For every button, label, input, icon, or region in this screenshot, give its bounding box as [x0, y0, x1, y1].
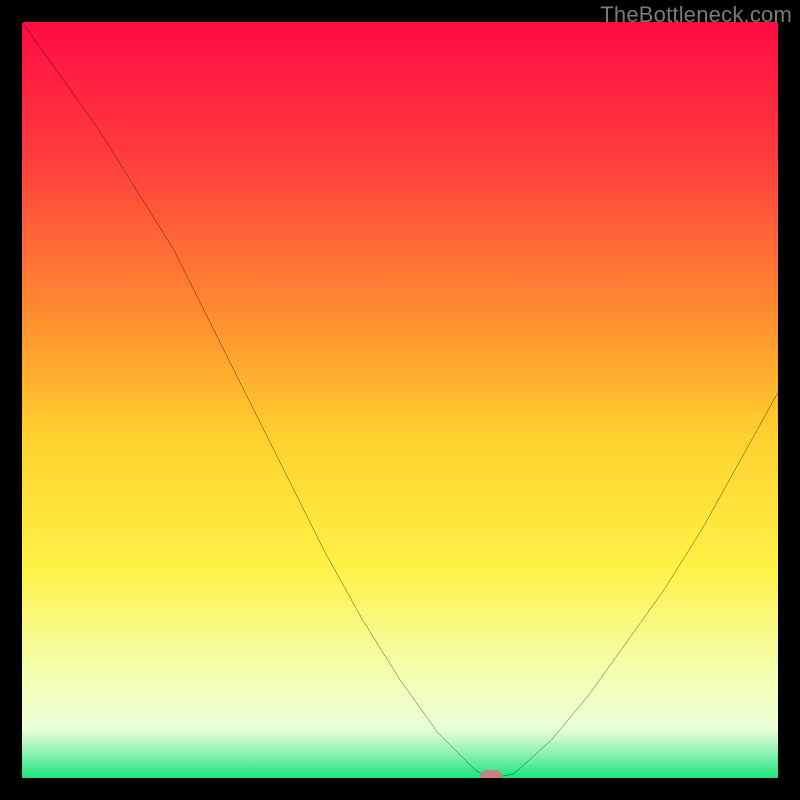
minimum-marker	[480, 770, 502, 778]
chart-frame: TheBottleneck.com	[0, 0, 800, 800]
plot-area	[22, 22, 778, 778]
background-gradient	[22, 22, 778, 778]
watermark-text: TheBottleneck.com	[600, 2, 792, 28]
